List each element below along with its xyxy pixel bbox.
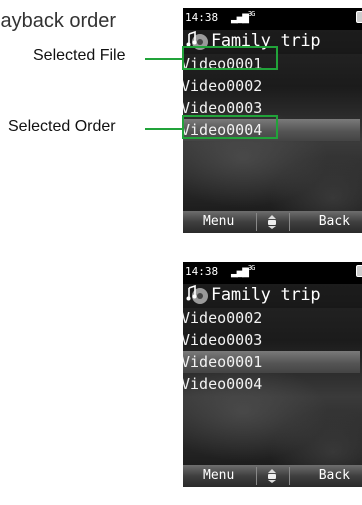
back-softkey[interactable]: Back — [319, 214, 350, 229]
status-bar: 14:38 ▂▄▆3G — [183, 8, 362, 30]
callout-line-selected-order — [145, 128, 187, 130]
callout-line-selected-file — [145, 58, 187, 60]
folder-title-bar: Family trip — [183, 282, 362, 308]
softkey-bar: Menu Back — [183, 211, 362, 233]
folder-title: Family trip — [211, 285, 321, 305]
center-key-icon[interactable] — [266, 469, 278, 483]
list-item[interactable]: Video0004 — [183, 373, 360, 395]
callout-selected-file: Selected File — [33, 47, 126, 64]
page-heading: layback order — [0, 10, 117, 32]
battery-icon — [356, 265, 362, 277]
list-item-selected[interactable]: Video0001 — [183, 351, 360, 373]
clock: 14:38 — [185, 11, 219, 24]
clock: 14:38 — [185, 265, 219, 278]
selected-file-highlight — [182, 46, 278, 70]
music-folder-icon — [186, 284, 208, 304]
callout-selected-order: Selected Order — [8, 118, 116, 135]
signal-icon: ▂▄▆3G — [231, 264, 255, 278]
video-list: Video0002 Video0003 Video0001 Video0004 — [183, 307, 362, 395]
list-item[interactable]: Video0002 — [183, 75, 360, 97]
softkey-divider — [289, 467, 290, 485]
softkey-divider — [256, 213, 257, 231]
selected-order-highlight — [182, 115, 278, 139]
status-bar: 14:38 ▂▄▆3G — [183, 262, 362, 284]
menu-softkey[interactable]: Menu — [203, 468, 234, 483]
list-item[interactable]: Video0003 — [183, 329, 360, 351]
softkey-divider — [256, 467, 257, 485]
center-key-icon[interactable] — [266, 215, 278, 229]
battery-icon — [356, 11, 362, 23]
list-item[interactable]: Video0002 — [183, 307, 360, 329]
softkey-bar: Menu Back — [183, 465, 362, 487]
softkey-divider — [289, 213, 290, 231]
back-softkey[interactable]: Back — [319, 468, 350, 483]
menu-softkey[interactable]: Menu — [203, 214, 234, 229]
signal-icon: ▂▄▆3G — [231, 10, 255, 24]
phone-screen-after: 14:38 ▂▄▆3G Family trip Video0002 Video0… — [183, 262, 362, 487]
